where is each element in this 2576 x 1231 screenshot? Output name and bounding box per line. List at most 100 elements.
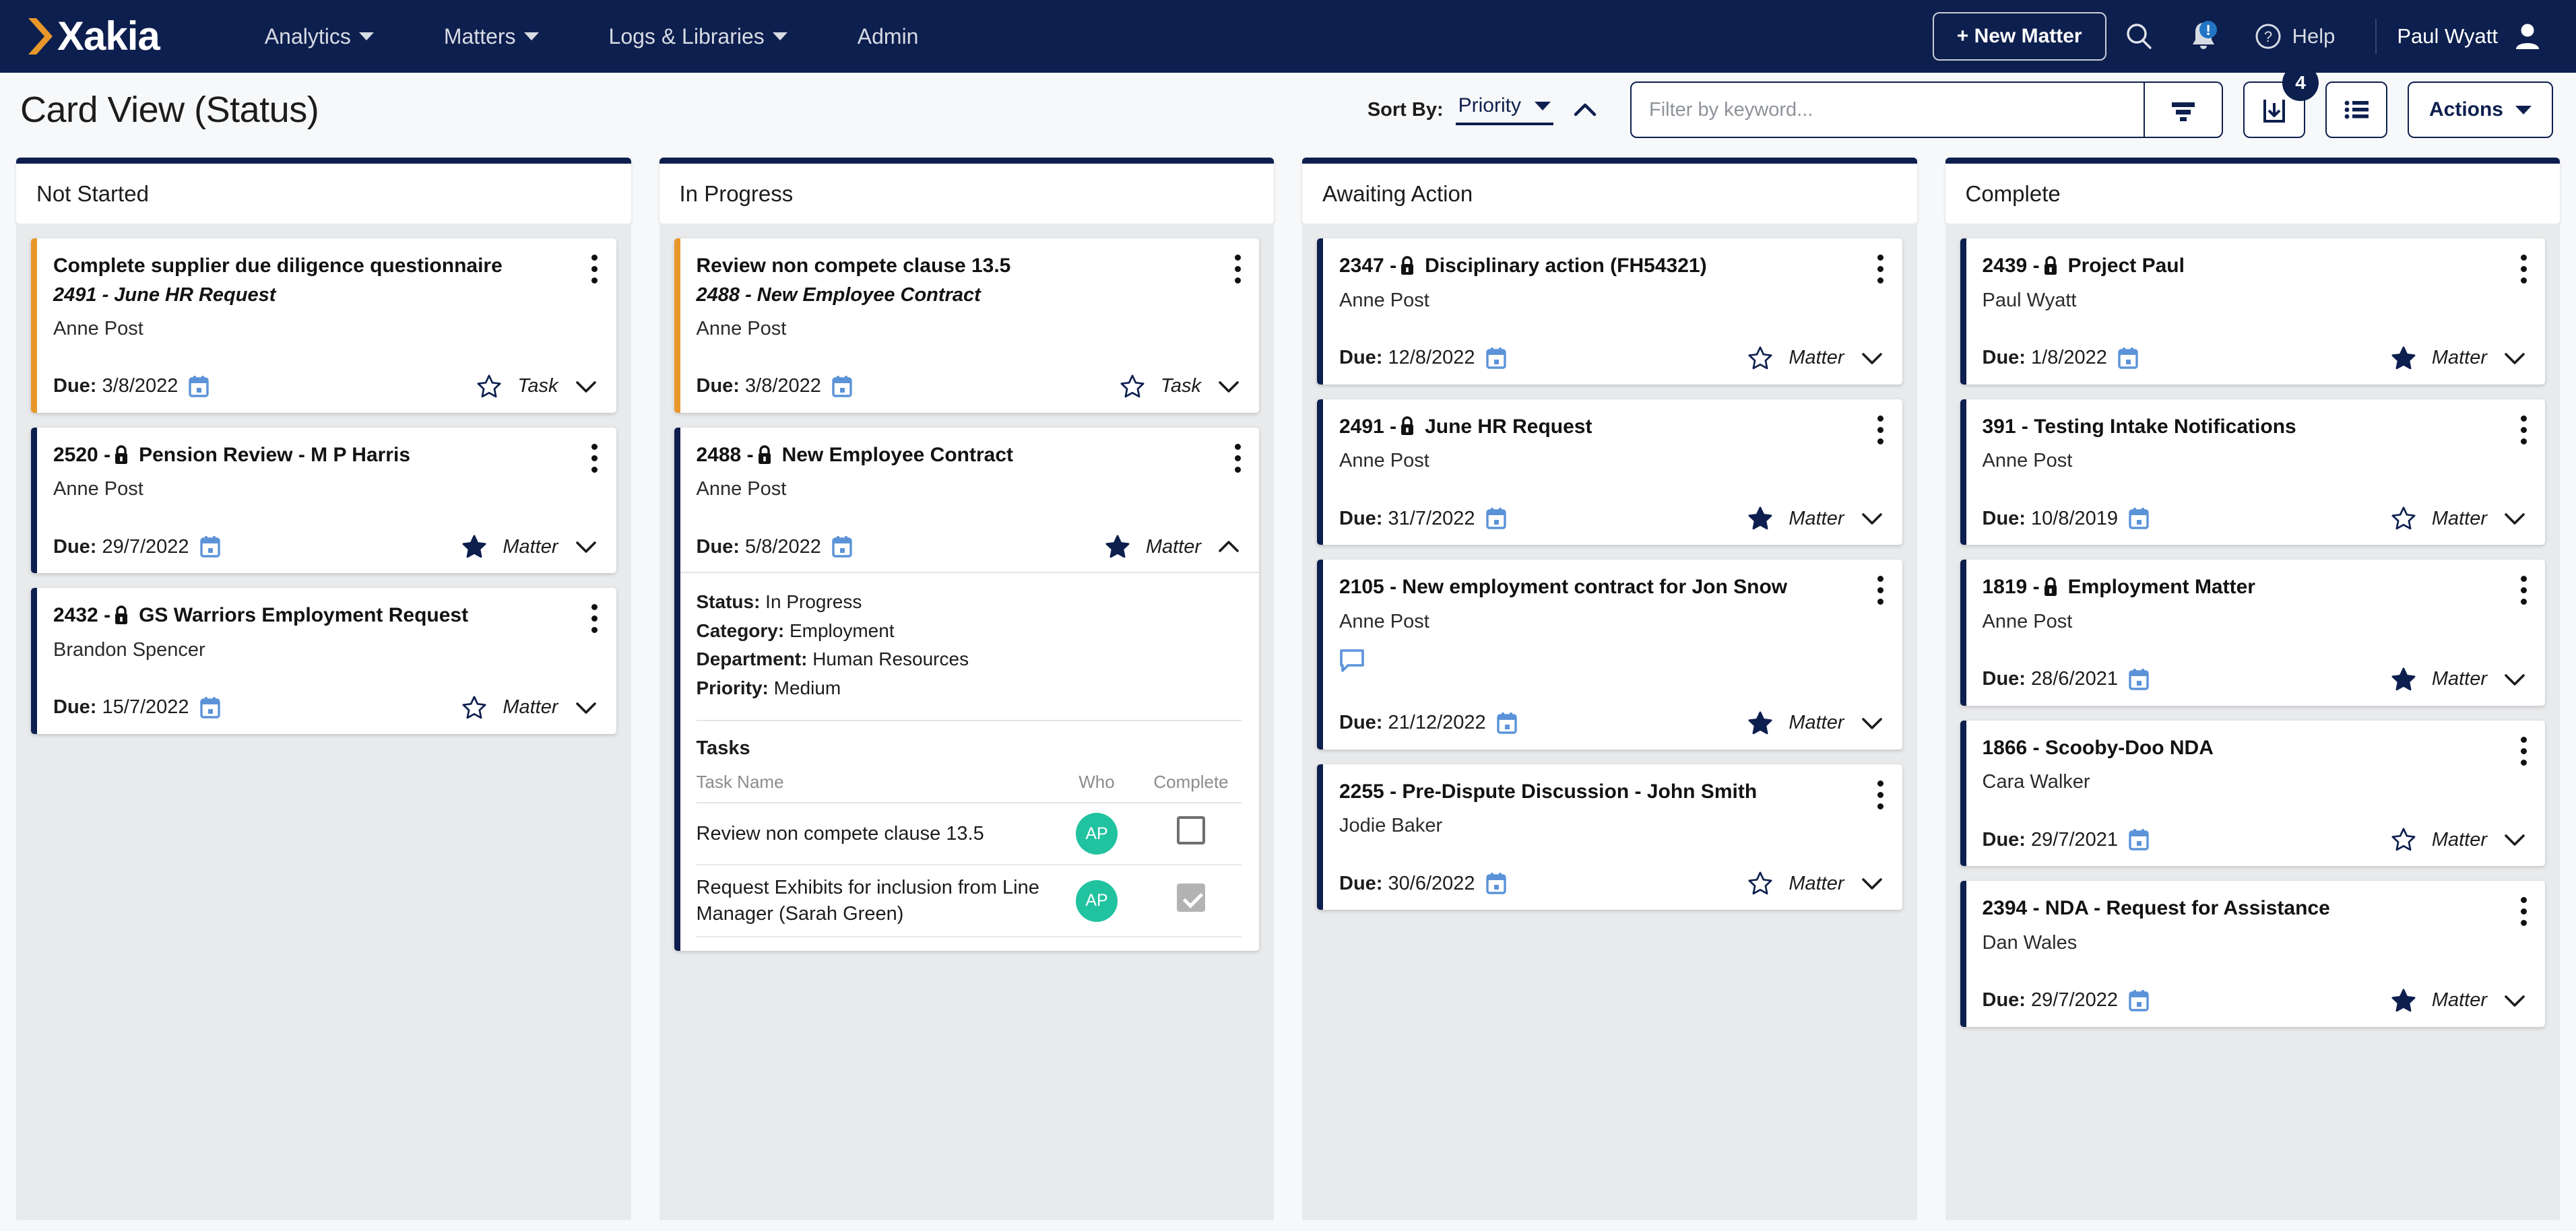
comment-icon[interactable] bbox=[1339, 648, 1365, 673]
board-column: Awaiting Action 2347 - Disciplinary acti… bbox=[1302, 158, 1917, 1220]
star-filled-icon[interactable] bbox=[461, 534, 488, 560]
matter-card[interactable]: 2432 - GS Warriors Employment Request Br… bbox=[31, 588, 616, 734]
matter-card[interactable]: 2488 - New Employee Contract Anne Post D… bbox=[674, 428, 1260, 951]
card-menu-button[interactable] bbox=[2514, 731, 2533, 771]
task-row[interactable]: Request Exhibits for inclusion from Line… bbox=[697, 865, 1242, 937]
card-type-label: Matter bbox=[2432, 668, 2487, 690]
matter-card[interactable]: 2255 - Pre-Dispute Discussion - John Smi… bbox=[1317, 764, 1902, 910]
star-filled-icon[interactable] bbox=[2390, 988, 2417, 1013]
card-menu-button[interactable] bbox=[2514, 249, 2533, 289]
card-menu-button[interactable] bbox=[2514, 410, 2533, 450]
card-header: 1866 - Scooby-Doo NDA Cara Walker bbox=[1983, 735, 2528, 794]
download-button[interactable]: 4 bbox=[2243, 81, 2305, 138]
card-menu-button[interactable] bbox=[1871, 410, 1890, 450]
search-input[interactable] bbox=[1632, 99, 2144, 121]
nav-item-matters[interactable]: Matters bbox=[409, 24, 574, 49]
matter-card[interactable]: 2347 - Disciplinary action (FH54321) Ann… bbox=[1317, 238, 1902, 385]
expand-card-chevron-down-icon[interactable] bbox=[1859, 347, 1885, 369]
chevron-up-icon bbox=[1572, 100, 1598, 119]
card-title: 2491 - June HR Request bbox=[1339, 414, 1865, 440]
star-filled-icon[interactable] bbox=[1747, 506, 1774, 531]
detail-status: Status: In Progress bbox=[697, 588, 1242, 617]
logo-chevron-icon bbox=[27, 17, 55, 56]
card-menu-button[interactable] bbox=[585, 438, 604, 478]
star-outline-icon[interactable] bbox=[1747, 345, 1774, 371]
card-due-date: Due: 21/12/2022 bbox=[1339, 712, 1517, 735]
filter-button[interactable] bbox=[2144, 83, 2222, 137]
star-outline-icon[interactable] bbox=[476, 374, 503, 399]
nav-item-admin[interactable]: Admin bbox=[823, 24, 954, 49]
card-menu-button[interactable] bbox=[1871, 775, 1890, 815]
expand-card-chevron-down-icon[interactable] bbox=[573, 376, 599, 397]
expand-card-chevron-down-icon[interactable] bbox=[2502, 990, 2527, 1011]
card-menu-button[interactable] bbox=[1228, 249, 1247, 289]
expand-card-chevron-down-icon[interactable] bbox=[1859, 712, 1885, 734]
matter-card[interactable]: 2439 - Project Paul Paul Wyatt Due: 1/8/… bbox=[1960, 238, 2546, 385]
star-filled-icon[interactable] bbox=[2390, 345, 2417, 371]
card-due-date: Due: 30/6/2022 bbox=[1339, 872, 1506, 895]
card-type-label: Matter bbox=[2432, 989, 2487, 1011]
task-complete-checkbox[interactable] bbox=[1177, 884, 1205, 912]
card-title: 2347 - Disciplinary action (FH54321) bbox=[1339, 253, 1865, 279]
card-comment-indicator bbox=[1339, 648, 1885, 677]
matter-card[interactable]: Review non compete clause 13.5 2488 - Ne… bbox=[674, 238, 1260, 413]
expand-card-chevron-down-icon[interactable] bbox=[573, 697, 599, 719]
notification-icon bbox=[2186, 19, 2221, 54]
card-title-text: 2488 - bbox=[697, 442, 754, 468]
matter-card[interactable]: 2491 - June HR Request Anne Post Due: 31… bbox=[1317, 399, 1902, 545]
star-filled-icon[interactable] bbox=[1104, 534, 1131, 560]
star-outline-icon[interactable] bbox=[1119, 374, 1146, 399]
list-view-button[interactable] bbox=[2325, 81, 2387, 138]
matter-card[interactable]: 2520 - Pension Review - M P Harris Anne … bbox=[31, 428, 616, 574]
star-filled-icon[interactable] bbox=[1747, 710, 1774, 736]
matter-card[interactable]: Complete supplier due diligence question… bbox=[31, 238, 616, 413]
matter-card[interactable]: 1819 - Employment Matter Anne Post Due: … bbox=[1960, 560, 2546, 706]
new-matter-button[interactable]: + New Matter bbox=[1933, 12, 2106, 61]
expand-card-chevron-down-icon[interactable] bbox=[2502, 669, 2527, 690]
actions-button[interactable]: Actions bbox=[2408, 81, 2553, 138]
star-outline-icon[interactable] bbox=[1747, 871, 1774, 896]
card-menu-button[interactable] bbox=[1228, 438, 1247, 478]
card-title: 2488 - New Employee Contract bbox=[697, 442, 1222, 468]
star-outline-icon[interactable] bbox=[2390, 506, 2417, 531]
card-spacer bbox=[1983, 472, 2528, 495]
card-title-text: 391 - Testing Intake Notifications bbox=[1983, 414, 2296, 440]
matter-card[interactable]: 2105 - New employment contract for Jon S… bbox=[1317, 560, 1902, 750]
matter-card[interactable]: 2394 - NDA - Request for Assistance Dan … bbox=[1960, 881, 2546, 1027]
matter-card[interactable]: 391 - Testing Intake Notifications Anne … bbox=[1960, 399, 2546, 545]
xakia-logo[interactable]: Xakia bbox=[27, 16, 160, 57]
card-owner: Anne Post bbox=[53, 318, 579, 340]
card-menu-button[interactable] bbox=[2514, 892, 2533, 931]
expand-card-chevron-down-icon[interactable] bbox=[2502, 347, 2527, 369]
expand-card-chevron-down-icon[interactable] bbox=[573, 536, 599, 558]
nav-item-analytics[interactable]: Analytics bbox=[230, 24, 409, 49]
expand-card-chevron-down-icon[interactable] bbox=[1216, 376, 1242, 397]
search-button[interactable] bbox=[2106, 4, 2171, 69]
task-complete-checkbox[interactable] bbox=[1177, 816, 1205, 844]
expand-card-chevron-down-icon[interactable] bbox=[1859, 873, 1885, 894]
expand-card-chevron-down-icon[interactable] bbox=[1859, 508, 1885, 529]
card-menu-button[interactable] bbox=[1871, 249, 1890, 289]
expand-card-chevron-down-icon[interactable] bbox=[2502, 508, 2527, 529]
sort-direction-toggle[interactable] bbox=[1568, 96, 1602, 123]
card-menu-button[interactable] bbox=[585, 599, 604, 638]
user-menu[interactable]: Paul Wyatt bbox=[2397, 21, 2545, 52]
expand-card-chevron-down-icon[interactable] bbox=[2502, 829, 2527, 851]
notifications-button[interactable] bbox=[2171, 4, 2236, 69]
card-footer: Due: 29/7/2021 Matter bbox=[1983, 827, 2528, 853]
star-outline-icon[interactable] bbox=[2390, 827, 2417, 853]
sort-by-select[interactable]: Priority bbox=[1456, 94, 1553, 125]
matter-card[interactable]: 1866 - Scooby-Doo NDA Cara Walker Due: 2… bbox=[1960, 721, 2546, 867]
card-menu-button[interactable] bbox=[2514, 570, 2533, 610]
card-menu-button[interactable] bbox=[1871, 570, 1890, 610]
star-outline-icon[interactable] bbox=[461, 695, 488, 721]
card-menu-button[interactable] bbox=[585, 249, 604, 289]
collapse-card-chevron-up-icon[interactable] bbox=[1216, 536, 1242, 558]
card-spacer bbox=[1339, 472, 1885, 495]
nav-label-admin: Admin bbox=[858, 24, 919, 49]
card-spacer bbox=[697, 340, 1242, 363]
nav-item-logs-libraries[interactable]: Logs & Libraries bbox=[574, 24, 823, 49]
task-row[interactable]: Review non compete clause 13.5 AP bbox=[697, 803, 1242, 865]
star-filled-icon[interactable] bbox=[2390, 667, 2417, 692]
help-button[interactable]: ? Help bbox=[2236, 22, 2356, 51]
